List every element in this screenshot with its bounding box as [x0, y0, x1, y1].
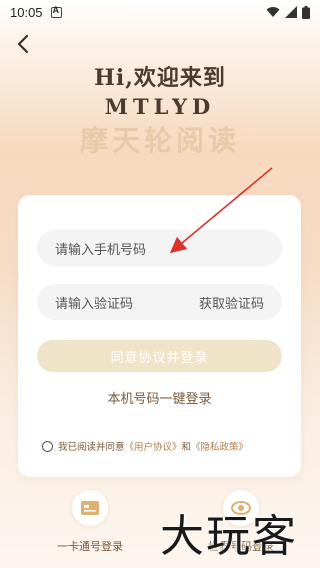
agreement-and: 和: [181, 442, 192, 453]
status-time: 10:05: [10, 4, 43, 20]
get-code-button[interactable]: 获取验证码: [199, 293, 264, 312]
notification-icon: [50, 5, 62, 18]
card-login-label: 一卡通号登录: [57, 540, 123, 553]
phone-input[interactable]: 请输入手机号码: [37, 230, 282, 266]
agreement-prefix: 我已阅读并同意: [58, 442, 125, 453]
one-click-login-link[interactable]: 本机号码一键登录: [18, 388, 301, 407]
back-button[interactable]: [12, 32, 36, 56]
battery-icon: [302, 5, 310, 19]
phone-placeholder: 请输入手机号码: [55, 242, 147, 258]
brand-name: MTLYD: [104, 94, 216, 119]
id-card-icon: [81, 501, 99, 515]
wifi-icon: [266, 6, 280, 18]
privacy-policy-link[interactable]: 《隐私政策》: [191, 439, 248, 453]
agreement-checkbox[interactable]: [42, 440, 53, 452]
watermark: 大玩客: [160, 511, 298, 562]
user-agreement-link[interactable]: 《用户协议》: [125, 439, 182, 453]
signal-icon: [285, 6, 297, 18]
card-login-option[interactable]: 一卡通号登录: [45, 490, 135, 554]
greeting-title: Hi,欢迎来到: [94, 65, 226, 91]
chevron-left-icon: [17, 34, 29, 54]
status-bar: 10:05: [0, 0, 320, 24]
code-placeholder: 请输入验证码: [55, 296, 134, 312]
login-card: 请输入手机号码 请输入验证码 获取验证码 同意协议并登录 本机号码一键登录 我已…: [18, 195, 301, 477]
agreement-row: 我已阅读并同意 《用户协议》 和 《隐私政策》: [42, 439, 292, 453]
status-icons: [266, 5, 310, 19]
hero: Hi,欢迎来到 MTLYD 摩天轮阅读: [0, 60, 320, 159]
app-name: 摩天轮阅读: [79, 124, 240, 157]
code-input[interactable]: 请输入验证码 获取验证码: [37, 284, 282, 320]
login-button[interactable]: 同意协议并登录: [37, 340, 282, 372]
card-login-icon-wrap: [72, 490, 108, 526]
